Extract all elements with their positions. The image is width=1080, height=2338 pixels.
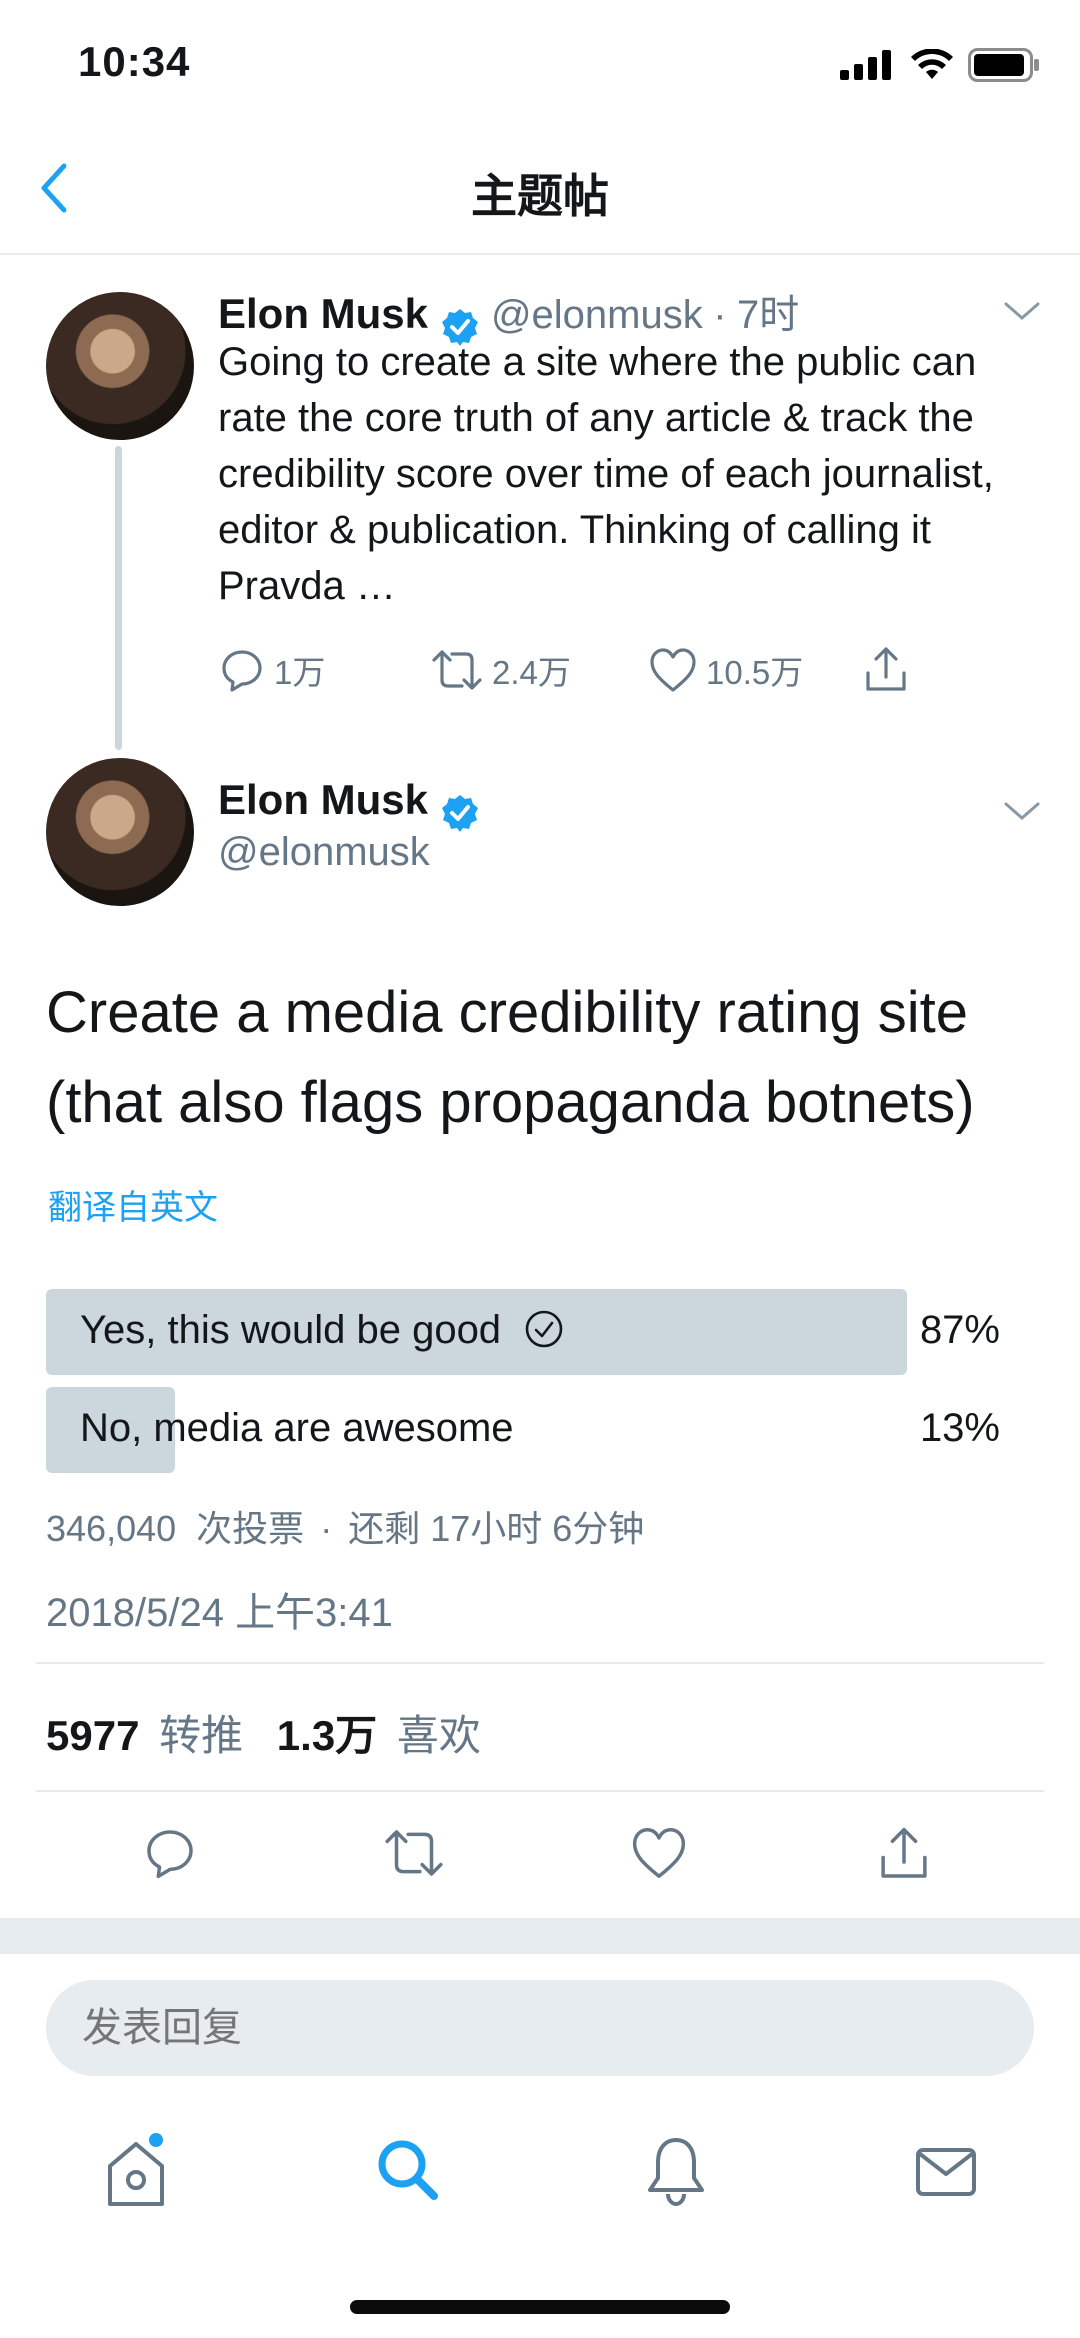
tweet-text: Create a media credibility rating site (… (46, 968, 1046, 1148)
tweet-header: Elon Musk @elonmusk · 7时 (218, 282, 800, 346)
share-action[interactable] (862, 645, 910, 695)
retweet-count[interactable]: 5977 (46, 1712, 139, 1759)
tab-home[interactable] (100, 2130, 172, 2215)
tweet-text: Going to create a site where the public … (218, 340, 994, 608)
tweet-actions (0, 1825, 1080, 1885)
avatar[interactable] (46, 292, 194, 440)
tweet-header: Elon Musk (218, 776, 480, 832)
avatar[interactable] (46, 758, 194, 906)
like-count[interactable]: 1.3万 (277, 1712, 377, 1759)
heart-icon (650, 648, 696, 692)
reply-input[interactable] (46, 1980, 1034, 2076)
poll-meta: 346,040 次投票 · 还剩 17小时 6分钟 (46, 1500, 644, 1552)
retweet-label[interactable]: 转推 (159, 1712, 243, 1759)
author-handle[interactable]: @elonmusk (491, 293, 703, 337)
messages-icon (916, 2148, 976, 2196)
poll-percent: 13% (919, 1406, 1000, 1450)
thread-line (115, 446, 122, 750)
translate-link[interactable]: 翻译自英文 (48, 1180, 218, 1229)
share-icon[interactable] (876, 1825, 932, 1883)
search-icon (378, 2140, 438, 2200)
reply-action[interactable]: 1万 (218, 645, 325, 695)
tweet-text-line: Create a media credibility rating site (46, 980, 968, 1045)
poll-option[interactable]: No, media are awesome (80, 1406, 514, 1451)
like-action[interactable]: 10.5万 (648, 645, 803, 695)
poll-remaining: 还剩 17小时 6分钟 (348, 1508, 645, 1549)
status-icons (840, 48, 1040, 82)
author-name[interactable]: Elon Musk (218, 776, 428, 823)
reply-count: 1万 (274, 654, 326, 691)
author-name[interactable]: Elon Musk (218, 290, 428, 337)
battery-icon (968, 48, 1039, 82)
retweet-icon (432, 650, 482, 690)
separator-dot: · (320, 1508, 333, 1549)
check-circle-icon (525, 1310, 563, 1348)
poll-option-label: Yes, this would be good (80, 1308, 502, 1352)
votes-label: 次投票 (196, 1508, 305, 1549)
tweet-time: 7时 (736, 293, 800, 337)
page-title: 主题帖 (471, 170, 609, 222)
tweet-timestamp: 2018/5/24 上午3:41 (46, 1591, 393, 1635)
retweet-action[interactable]: 2.4万 (430, 645, 571, 695)
like-label[interactable]: 喜欢 (397, 1712, 481, 1759)
separator-dot: · (713, 293, 727, 337)
poll-option-label: No, media are awesome (80, 1406, 514, 1450)
tweet-stats: 5977 转推 1.3万 喜欢 (46, 1702, 481, 1763)
tab-messages[interactable] (910, 2130, 982, 2215)
header-divider (0, 253, 1080, 255)
section-separator (0, 1918, 1080, 1954)
votes-count: 346,040 (46, 1508, 177, 1549)
verified-badge-icon (442, 794, 479, 832)
chevron-down-icon[interactable] (1002, 800, 1042, 824)
reply-icon (222, 650, 262, 692)
heart-icon[interactable] (630, 1825, 688, 1881)
tab-bar (0, 2130, 1080, 2220)
tab-search[interactable] (372, 2130, 444, 2215)
author-handle[interactable]: @elonmusk (218, 830, 430, 875)
like-count: 10.5万 (706, 654, 804, 691)
notifications-icon (648, 2138, 704, 2207)
reply-icon[interactable] (142, 1825, 198, 1881)
tweet-text-line: (that also flags propaganda botnets) (46, 1070, 975, 1135)
home-icon (108, 2133, 164, 2206)
poll-option[interactable]: Yes, this would be good (80, 1308, 564, 1353)
status-time: 10:34 (78, 38, 191, 85)
retweet-icon[interactable] (382, 1825, 446, 1881)
share-icon (866, 647, 906, 691)
retweet-count: 2.4万 (492, 654, 571, 691)
chevron-down-icon[interactable] (1002, 300, 1042, 324)
divider (36, 1662, 1044, 1664)
wifi-icon (911, 49, 953, 79)
divider (36, 1790, 1044, 1792)
home-indicator (350, 2300, 730, 2314)
cellular-signal-icon (840, 50, 891, 80)
tab-notifications[interactable] (640, 2130, 712, 2215)
poll-percent: 87% (919, 1308, 1000, 1352)
